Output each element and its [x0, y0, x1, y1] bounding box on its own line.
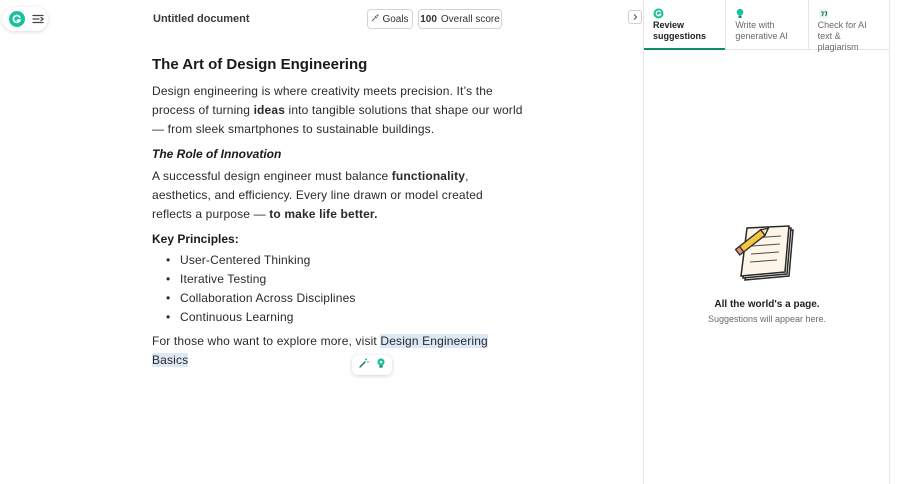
principles-list: User-Centered Thinking Iterative Testing…	[152, 251, 524, 327]
sidebar-tabs: Review suggestions Write with generative…	[644, 0, 890, 52]
list-item: User-Centered Thinking	[166, 251, 524, 270]
innovation-bold-closing: to make life better.	[269, 207, 378, 221]
grammarly-logo-icon[interactable]	[9, 11, 25, 27]
tab-label-line1: Check for AI	[817, 20, 867, 30]
quote-icon	[818, 6, 881, 19]
list-item: Continuous Learning	[166, 308, 524, 327]
closing-paragraph: For those who want to explore more, visi…	[152, 332, 524, 370]
document-heading: The Art of Design Engineering	[152, 56, 368, 73]
bulb-icon	[735, 6, 798, 18]
list-item: Iterative Testing	[166, 270, 524, 289]
goals-icon	[371, 13, 380, 25]
assistant-sidebar: Review suggestions Write with generative…	[643, 0, 890, 484]
collapse-sidebar-button[interactable]	[628, 10, 642, 24]
tab-label-line1: Write with	[735, 20, 775, 30]
score-value: 100	[420, 13, 437, 25]
grammarly-g-icon	[653, 6, 716, 19]
tab-write-generative-ai[interactable]: Write with generative AI	[726, 0, 809, 49]
tab-label-line2: text & plagiarism	[817, 31, 859, 52]
tab-label-line2: suggestions	[653, 31, 707, 41]
closing-text: For those who want to explore more, visi…	[152, 334, 381, 348]
intro-bold-ideas: ideas	[253, 103, 286, 117]
selection-toolbar	[352, 355, 392, 375]
document-editor[interactable]: The Art of Design Engineering Design eng…	[152, 55, 524, 370]
notepad-pencil-illustration	[734, 222, 797, 282]
tab-label-line2: generative AI	[735, 31, 788, 41]
section-heading-innovation: The Role of Innovation	[152, 147, 282, 161]
intro-paragraph: Design engineering is where creativity m…	[152, 82, 524, 139]
goals-label: Goals	[382, 13, 409, 25]
empty-state-title: All the world's a page.	[714, 299, 820, 310]
document-title[interactable]: Untitled document	[153, 13, 250, 25]
tab-check-ai-plagiarism[interactable]: Check for AI text & plagiarism	[809, 0, 890, 52]
overall-score-button[interactable]: 100 Overall score	[418, 9, 502, 29]
tab-label-line1: Review	[653, 20, 685, 30]
innovation-paragraph: A successful design engineer must balanc…	[152, 167, 524, 224]
list-item: Collaboration Across Disciplines	[166, 289, 524, 308]
innovation-bold-functionality: functionality	[391, 169, 466, 183]
key-principles-heading: Key Principles:	[152, 232, 239, 246]
app-window: Untitled document Goals 100 Overall scor…	[0, 0, 900, 484]
chevron-right-icon	[631, 8, 639, 26]
goals-button[interactable]: Goals	[367, 9, 413, 29]
empty-state-subtitle: Suggestions will appear here.	[707, 314, 827, 324]
score-label: Overall score	[440, 13, 500, 25]
bulb-icon[interactable]	[375, 356, 387, 374]
magic-wand-icon[interactable]	[358, 356, 370, 374]
logo-menu-group	[2, 7, 48, 31]
menu-icon[interactable]	[31, 12, 45, 26]
innovation-text-1: A successful design engineer must balanc…	[152, 169, 392, 183]
tab-review-suggestions[interactable]: Review suggestions	[644, 0, 727, 50]
